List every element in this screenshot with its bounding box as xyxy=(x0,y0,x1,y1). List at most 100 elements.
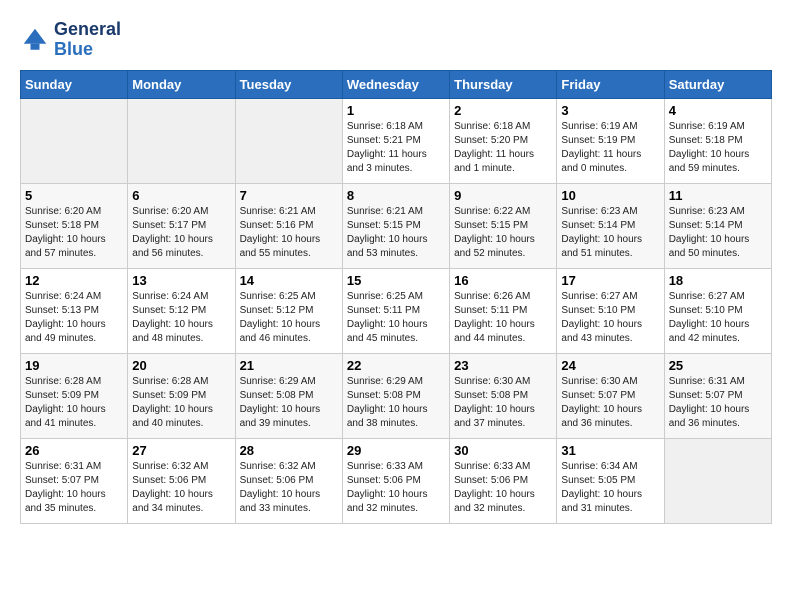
calendar-week-row: 26 Sunrise: 6:31 AM Sunset: 5:07 PM Dayli… xyxy=(21,438,772,523)
day-number: 7 xyxy=(240,188,338,203)
calendar-week-row: 1 Sunrise: 6:18 AM Sunset: 5:21 PM Daylig… xyxy=(21,98,772,183)
calendar-cell: 7 Sunrise: 6:21 AM Sunset: 5:16 PM Daylig… xyxy=(235,183,342,268)
col-header-friday: Friday xyxy=(557,70,664,98)
day-info: Sunrise: 6:34 AM Sunset: 5:05 PM Dayligh… xyxy=(561,460,659,516)
page-header: General Blue xyxy=(20,20,772,60)
day-number: 30 xyxy=(454,443,552,458)
col-header-thursday: Thursday xyxy=(450,70,557,98)
logo-text: General Blue xyxy=(54,20,121,60)
day-info: Sunrise: 6:18 AM Sunset: 5:21 PM Dayligh… xyxy=(347,120,445,176)
calendar-cell: 2 Sunrise: 6:18 AM Sunset: 5:20 PM Daylig… xyxy=(450,98,557,183)
logo: General Blue xyxy=(20,20,121,60)
calendar-cell: 13 Sunrise: 6:24 AM Sunset: 5:12 PM Dayli… xyxy=(128,268,235,353)
logo-icon xyxy=(20,25,50,55)
calendar-cell: 1 Sunrise: 6:18 AM Sunset: 5:21 PM Daylig… xyxy=(342,98,449,183)
col-header-wednesday: Wednesday xyxy=(342,70,449,98)
calendar-cell: 21 Sunrise: 6:29 AM Sunset: 5:08 PM Dayli… xyxy=(235,353,342,438)
day-number: 21 xyxy=(240,358,338,373)
day-number: 20 xyxy=(132,358,230,373)
calendar-cell: 10 Sunrise: 6:23 AM Sunset: 5:14 PM Dayli… xyxy=(557,183,664,268)
calendar-cell: 6Sunrise: 6:20 AM Sunset: 5:17 PM Daylig… xyxy=(128,183,235,268)
calendar-cell xyxy=(235,98,342,183)
day-info: Sunrise: 6:29 AM Sunset: 5:08 PM Dayligh… xyxy=(240,375,338,431)
day-number: 22 xyxy=(347,358,445,373)
day-info: Sunrise: 6:31 AM Sunset: 5:07 PM Dayligh… xyxy=(669,375,767,431)
calendar-cell: 20 Sunrise: 6:28 AM Sunset: 5:09 PM Dayli… xyxy=(128,353,235,438)
day-info: Sunrise: 6:23 AM Sunset: 5:14 PM Dayligh… xyxy=(669,205,767,261)
calendar-cell xyxy=(21,98,128,183)
calendar-cell: 16 Sunrise: 6:26 AM Sunset: 5:11 PM Dayli… xyxy=(450,268,557,353)
calendar-week-row: 5 Sunrise: 6:20 AM Sunset: 5:18 PM Daylig… xyxy=(21,183,772,268)
day-number: 12 xyxy=(25,273,123,288)
day-number: 2 xyxy=(454,103,552,118)
calendar-cell: 24Sunrise: 6:30 AM Sunset: 5:07 PM Dayli… xyxy=(557,353,664,438)
day-info: Sunrise: 6:25 AM Sunset: 5:12 PM Dayligh… xyxy=(240,290,338,346)
day-info: Sunrise: 6:32 AM Sunset: 5:06 PM Dayligh… xyxy=(132,460,230,516)
day-number: 9 xyxy=(454,188,552,203)
calendar-cell: 18 Sunrise: 6:27 AM Sunset: 5:10 PM Dayli… xyxy=(664,268,771,353)
day-info: Sunrise: 6:24 AM Sunset: 5:13 PM Dayligh… xyxy=(25,290,123,346)
calendar-cell: 23 Sunrise: 6:30 AM Sunset: 5:08 PM Dayli… xyxy=(450,353,557,438)
day-number: 23 xyxy=(454,358,552,373)
day-info: Sunrise: 6:30 AM Sunset: 5:07 PM Dayligh… xyxy=(561,375,659,431)
calendar-cell: 8Sunrise: 6:21 AM Sunset: 5:15 PM Daylig… xyxy=(342,183,449,268)
calendar-cell: 31 Sunrise: 6:34 AM Sunset: 5:05 PM Dayli… xyxy=(557,438,664,523)
day-number: 26 xyxy=(25,443,123,458)
day-number: 13 xyxy=(132,273,230,288)
day-number: 25 xyxy=(669,358,767,373)
day-info: Sunrise: 6:24 AM Sunset: 5:12 PM Dayligh… xyxy=(132,290,230,346)
day-info: Sunrise: 6:26 AM Sunset: 5:11 PM Dayligh… xyxy=(454,290,552,346)
day-info: Sunrise: 6:32 AM Sunset: 5:06 PM Dayligh… xyxy=(240,460,338,516)
col-header-sunday: Sunday xyxy=(21,70,128,98)
calendar-cell: 19 Sunrise: 6:28 AM Sunset: 5:09 PM Dayli… xyxy=(21,353,128,438)
day-info: Sunrise: 6:31 AM Sunset: 5:07 PM Dayligh… xyxy=(25,460,123,516)
day-number: 19 xyxy=(25,358,123,373)
day-info: Sunrise: 6:33 AM Sunset: 5:06 PM Dayligh… xyxy=(454,460,552,516)
day-info: Sunrise: 6:20 AM Sunset: 5:18 PM Dayligh… xyxy=(25,205,123,261)
calendar-cell: 14 Sunrise: 6:25 AM Sunset: 5:12 PM Dayli… xyxy=(235,268,342,353)
day-info: Sunrise: 6:25 AM Sunset: 5:11 PM Dayligh… xyxy=(347,290,445,346)
calendar-cell xyxy=(664,438,771,523)
day-number: 11 xyxy=(669,188,767,203)
col-header-monday: Monday xyxy=(128,70,235,98)
day-info: Sunrise: 6:19 AM Sunset: 5:18 PM Dayligh… xyxy=(669,120,767,176)
day-number: 31 xyxy=(561,443,659,458)
calendar-cell: 9Sunrise: 6:22 AM Sunset: 5:15 PM Daylig… xyxy=(450,183,557,268)
calendar-cell xyxy=(128,98,235,183)
day-number: 17 xyxy=(561,273,659,288)
day-info: Sunrise: 6:27 AM Sunset: 5:10 PM Dayligh… xyxy=(561,290,659,346)
calendar-cell: 11 Sunrise: 6:23 AM Sunset: 5:14 PM Dayli… xyxy=(664,183,771,268)
day-info: Sunrise: 6:21 AM Sunset: 5:16 PM Dayligh… xyxy=(240,205,338,261)
day-info: Sunrise: 6:28 AM Sunset: 5:09 PM Dayligh… xyxy=(132,375,230,431)
day-number: 8 xyxy=(347,188,445,203)
calendar-cell: 25 Sunrise: 6:31 AM Sunset: 5:07 PM Dayli… xyxy=(664,353,771,438)
day-info: Sunrise: 6:23 AM Sunset: 5:14 PM Dayligh… xyxy=(561,205,659,261)
calendar-cell: 22 Sunrise: 6:29 AM Sunset: 5:08 PM Dayli… xyxy=(342,353,449,438)
day-info: Sunrise: 6:29 AM Sunset: 5:08 PM Dayligh… xyxy=(347,375,445,431)
calendar-cell: 30 Sunrise: 6:33 AM Sunset: 5:06 PM Dayli… xyxy=(450,438,557,523)
calendar-cell: 4 Sunrise: 6:19 AM Sunset: 5:18 PM Daylig… xyxy=(664,98,771,183)
calendar-cell: 15Sunrise: 6:25 AM Sunset: 5:11 PM Dayli… xyxy=(342,268,449,353)
calendar-cell: 27 Sunrise: 6:32 AM Sunset: 5:06 PM Dayli… xyxy=(128,438,235,523)
day-info: Sunrise: 6:28 AM Sunset: 5:09 PM Dayligh… xyxy=(25,375,123,431)
day-number: 4 xyxy=(669,103,767,118)
day-number: 10 xyxy=(561,188,659,203)
calendar-cell: 12 Sunrise: 6:24 AM Sunset: 5:13 PM Dayli… xyxy=(21,268,128,353)
calendar-cell: 28 Sunrise: 6:32 AM Sunset: 5:06 PM Dayli… xyxy=(235,438,342,523)
day-number: 14 xyxy=(240,273,338,288)
day-info: Sunrise: 6:19 AM Sunset: 5:19 PM Dayligh… xyxy=(561,120,659,176)
day-info: Sunrise: 6:27 AM Sunset: 5:10 PM Dayligh… xyxy=(669,290,767,346)
day-number: 29 xyxy=(347,443,445,458)
col-header-saturday: Saturday xyxy=(664,70,771,98)
day-number: 16 xyxy=(454,273,552,288)
day-number: 5 xyxy=(25,188,123,203)
day-info: Sunrise: 6:18 AM Sunset: 5:20 PM Dayligh… xyxy=(454,120,552,176)
day-info: Sunrise: 6:30 AM Sunset: 5:08 PM Dayligh… xyxy=(454,375,552,431)
day-number: 18 xyxy=(669,273,767,288)
calendar-week-row: 19 Sunrise: 6:28 AM Sunset: 5:09 PM Dayli… xyxy=(21,353,772,438)
day-number: 27 xyxy=(132,443,230,458)
day-number: 28 xyxy=(240,443,338,458)
day-number: 1 xyxy=(347,103,445,118)
day-info: Sunrise: 6:20 AM Sunset: 5:17 PM Dayligh… xyxy=(132,205,230,261)
calendar-cell: 5 Sunrise: 6:20 AM Sunset: 5:18 PM Daylig… xyxy=(21,183,128,268)
